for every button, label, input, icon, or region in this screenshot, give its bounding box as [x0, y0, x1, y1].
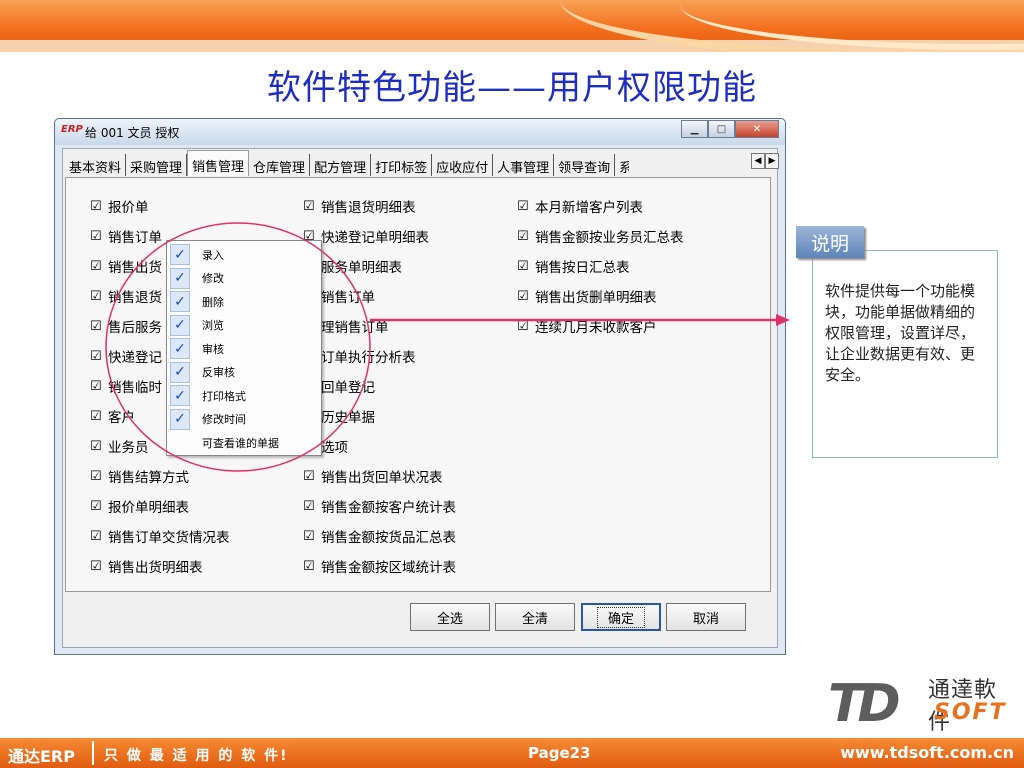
footer-url: www.tdsoft.com.cn [840, 743, 1014, 762]
footer-brand: 通达ERP [8, 747, 75, 766]
note-tag: 说明 [796, 226, 864, 258]
footer-bar: 通达ERP 只 做 最 适 用 的 软 件! Page23 www.tdsoft… [0, 738, 1024, 768]
logo-soft-text: SOFT [934, 700, 1007, 725]
callout-arrow-head [776, 314, 790, 326]
footer-slogan: 只 做 最 适 用 的 软 件! [104, 748, 289, 764]
note-text: 软件提供每一个功能模块，功能单据做精细的权限管理，设置详尽，让企业数据更有效、更… [825, 282, 976, 384]
company-logo: TD 通達軟件 SOFT [828, 670, 1018, 735]
logo-td-mark: TD [828, 674, 901, 734]
note-box: 软件提供每一个功能模块，功能单据做精细的权限管理，设置详尽，让企业数据更有效、更… [812, 250, 998, 458]
page-number: Page23 [528, 744, 591, 762]
footer-divider [92, 741, 94, 765]
highlight-ellipse [105, 222, 371, 472]
